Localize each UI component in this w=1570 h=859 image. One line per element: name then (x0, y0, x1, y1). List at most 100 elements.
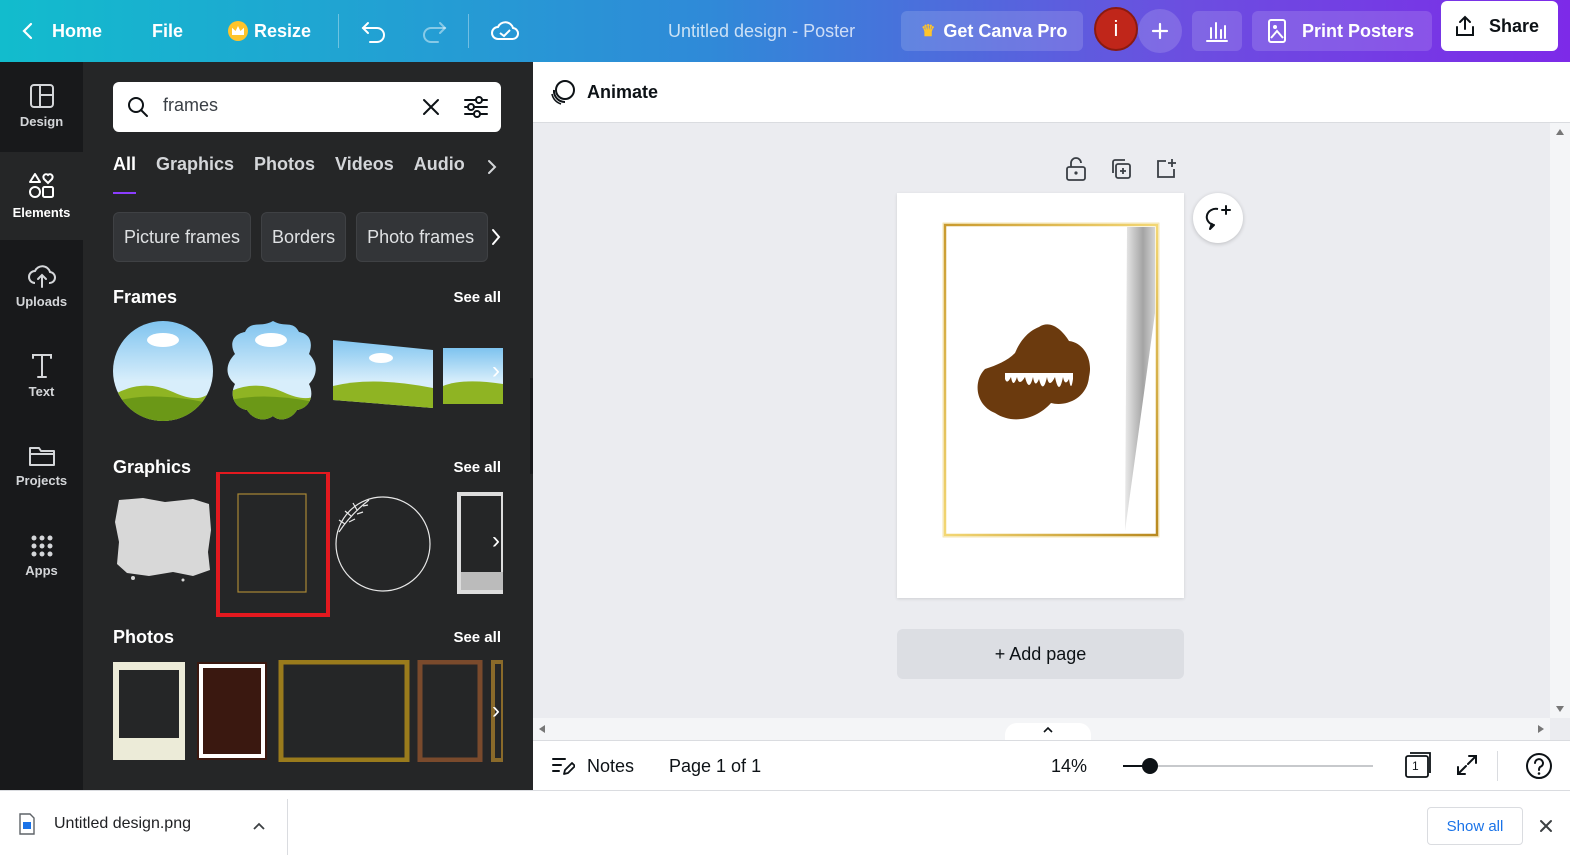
scroll-up-icon[interactable] (1556, 129, 1564, 135)
resize-label: Resize (254, 20, 312, 41)
white-frame-photo-thumb[interactable] (197, 662, 267, 760)
page-indicator: Page 1 of 1 (669, 756, 762, 776)
add-page-icon[interactable] (1154, 157, 1178, 181)
get-canva-pro-button[interactable]: ♛ Get Canva Pro (901, 11, 1083, 51)
design-page[interactable] (897, 193, 1184, 598)
avatar[interactable]: i (1094, 7, 1138, 51)
chevron-up-icon[interactable] (252, 821, 266, 831)
polaroid-photo-thumb[interactable] (113, 662, 185, 760)
duplicate-page-icon[interactable] (1109, 157, 1133, 181)
help-icon (1526, 753, 1552, 779)
rail-item-elements[interactable]: Elements (0, 152, 83, 240)
divider (338, 14, 339, 48)
analytics-button[interactable] (1192, 11, 1242, 51)
download-bar: Untitled design.png Show all (0, 790, 1570, 859)
layout-icon (29, 84, 54, 108)
document-title[interactable]: Untitled design - Poster (668, 11, 855, 51)
undo-button[interactable] (360, 11, 388, 51)
save-status-button[interactable] (490, 11, 520, 51)
rail-label: Text (28, 384, 55, 399)
photos-next-icon[interactable]: › (481, 696, 511, 726)
rail-label: Uploads (15, 294, 68, 309)
rail-item-design[interactable]: Design (0, 62, 83, 150)
elements-panel: All Graphics Photos Videos Audio Picture… (83, 62, 533, 790)
chip-borders[interactable]: Borders (261, 212, 347, 262)
search-icon (128, 97, 148, 117)
undo-icon (361, 22, 385, 43)
zoom-percent[interactable]: 14% (1051, 756, 1087, 777)
gold-rect-frame-thumb[interactable] (237, 493, 307, 593)
file-label: File (152, 20, 184, 41)
home-label: Home (52, 20, 103, 41)
brown-blob-element[interactable] (977, 324, 1091, 420)
tabs-next-icon[interactable] (485, 158, 499, 176)
rail-label: Design (19, 114, 64, 129)
tab-photos[interactable]: Photos (254, 154, 315, 194)
chip-picture-frames[interactable]: Picture frames (113, 212, 252, 262)
rail-item-projects[interactable]: Projects (0, 422, 83, 510)
grunge-shape-thumb[interactable] (115, 498, 211, 582)
scroll-left-icon[interactable] (539, 725, 545, 733)
zoom-slider-thumb[interactable] (1142, 758, 1158, 774)
home-button[interactable]: Home (18, 11, 102, 51)
photos-see-all-link[interactable]: See all (453, 629, 501, 646)
rail-label: Apps (25, 563, 58, 578)
scroll-right-icon[interactable] (1538, 725, 1544, 733)
chip-photo-frames[interactable]: Photo frames (356, 212, 489, 262)
animate-button[interactable]: Animate (549, 78, 658, 106)
graphics-next-icon[interactable]: › (481, 526, 511, 556)
share-button[interactable]: Share (1441, 1, 1558, 51)
folder-icon (28, 447, 55, 466)
circle-frame-thumb[interactable] (113, 320, 213, 422)
animate-icon (551, 80, 575, 105)
vertical-scrollbar[interactable] (1550, 123, 1570, 718)
tab-audio[interactable]: Audio (414, 154, 465, 194)
close-icon[interactable] (1538, 818, 1554, 834)
download-item[interactable]: Untitled design.png (18, 813, 191, 835)
zoom-slider[interactable] (1123, 758, 1373, 774)
print-label: Print Posters (1302, 20, 1415, 41)
gold-frame-photo-thumb[interactable] (278, 660, 410, 762)
rail-item-apps[interactable]: Apps (0, 512, 83, 600)
expand-icon (1457, 755, 1477, 775)
search-box (113, 82, 501, 132)
redo-button[interactable] (420, 11, 448, 51)
add-page-button[interactable]: + Add page (897, 629, 1184, 679)
rail-item-text[interactable]: Text (0, 332, 83, 420)
scalloped-frame-thumb[interactable] (223, 320, 323, 422)
fullscreen-button[interactable] (1455, 753, 1479, 782)
leaf-circle-frame-thumb[interactable] (335, 496, 431, 592)
tab-all[interactable]: All (113, 154, 137, 194)
page-grid-button[interactable]: 1 (1403, 751, 1433, 784)
horizontal-scrollbar[interactable] (533, 718, 1550, 743)
invite-button[interactable] (1138, 9, 1182, 53)
crown-icon (228, 21, 248, 41)
wood-frame-photo-thumb[interactable] (417, 660, 483, 762)
top-bar: Home File Resize Untitled design - Poste… (0, 0, 1570, 62)
clear-search-icon[interactable] (421, 97, 441, 117)
frames-section-title: Frames (113, 287, 178, 307)
file-menu-button[interactable]: File (152, 11, 183, 51)
skewed-frame-thumb[interactable] (333, 338, 433, 410)
left-rail: Design Elements Uploads Text Projects Ap… (0, 62, 83, 790)
notes-button[interactable]: Notes (551, 755, 634, 777)
frames-see-all-link[interactable]: See all (453, 289, 501, 306)
show-all-button[interactable]: Show all (1427, 807, 1523, 845)
tab-videos[interactable]: Videos (335, 154, 394, 194)
add-comment-button[interactable] (1193, 193, 1243, 243)
resize-button[interactable]: Resize (228, 11, 311, 51)
rail-item-uploads[interactable]: Uploads (0, 242, 83, 330)
gradient-shadow-element[interactable] (1125, 227, 1155, 531)
chips-next-icon[interactable] (489, 227, 503, 247)
lock-icon[interactable] (1064, 156, 1088, 182)
scroll-down-icon[interactable] (1556, 706, 1564, 712)
frames-next-icon[interactable]: › (481, 356, 511, 386)
divider (468, 14, 469, 48)
tab-graphics[interactable]: Graphics (156, 154, 234, 194)
cloud-check-icon (491, 21, 519, 40)
chevron-up-icon (1043, 726, 1053, 733)
filter-icon[interactable] (463, 96, 489, 118)
search-input[interactable] (163, 95, 403, 116)
help-button[interactable] (1525, 752, 1553, 785)
print-posters-button[interactable]: Print Posters (1252, 11, 1432, 51)
